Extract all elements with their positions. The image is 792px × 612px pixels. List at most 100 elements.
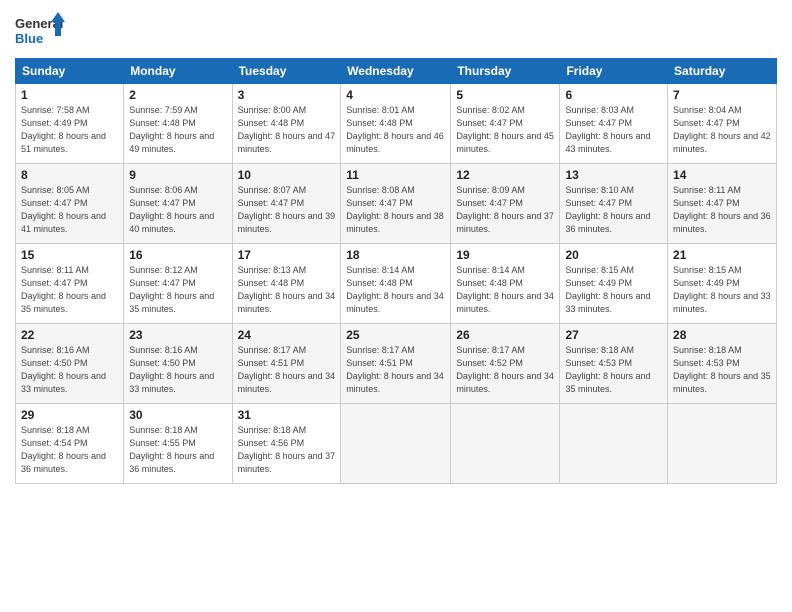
day-detail: Sunrise: 8:18 AMSunset: 4:53 PMDaylight:… [565,345,650,394]
dow-header: Tuesday [232,59,341,84]
day-detail: Sunrise: 8:05 AMSunset: 4:47 PMDaylight:… [21,185,106,234]
calendar-cell: 16 Sunrise: 8:12 AMSunset: 4:47 PMDayligh… [124,244,232,324]
calendar-cell: 27 Sunrise: 8:18 AMSunset: 4:53 PMDayligh… [560,324,668,404]
day-number: 31 [238,408,336,422]
day-number: 14 [673,168,771,182]
calendar-cell: 6 Sunrise: 8:03 AMSunset: 4:47 PMDaylight… [560,84,668,164]
day-number: 7 [673,88,771,102]
calendar-cell: 30 Sunrise: 8:18 AMSunset: 4:55 PMDayligh… [124,404,232,484]
day-number: 13 [565,168,662,182]
day-number: 16 [129,248,226,262]
calendar-cell: 19 Sunrise: 8:14 AMSunset: 4:48 PMDayligh… [451,244,560,324]
day-detail: Sunrise: 8:15 AMSunset: 4:49 PMDaylight:… [673,265,771,314]
calendar-cell: 7 Sunrise: 8:04 AMSunset: 4:47 PMDaylight… [668,84,777,164]
calendar-cell: 28 Sunrise: 8:18 AMSunset: 4:53 PMDayligh… [668,324,777,404]
calendar-cell: 22Sunrise: 8:16 AMSunset: 4:50 PMDayligh… [16,324,124,404]
day-number: 3 [238,88,336,102]
day-number: 18 [346,248,445,262]
calendar-cell: 17Sunrise: 8:13 AMSunset: 4:48 PMDayligh… [232,244,341,324]
calendar-cell: 26 Sunrise: 8:17 AMSunset: 4:52 PMDayligh… [451,324,560,404]
day-number: 17 [238,248,336,262]
day-number: 9 [129,168,226,182]
day-detail: Sunrise: 8:08 AMSunset: 4:47 PMDaylight:… [346,185,444,234]
day-detail: Sunrise: 8:18 AMSunset: 4:56 PMDaylight:… [238,425,336,474]
day-number: 6 [565,88,662,102]
day-number: 29 [21,408,118,422]
day-number: 19 [456,248,554,262]
day-number: 11 [346,168,445,182]
dow-header: Saturday [668,59,777,84]
day-number: 23 [129,328,226,342]
dow-header: Friday [560,59,668,84]
calendar-cell: 24 Sunrise: 8:17 AMSunset: 4:51 PMDayligh… [232,324,341,404]
day-detail: Sunrise: 8:06 AMSunset: 4:47 PMDaylight:… [129,185,214,234]
calendar-cell: 21 Sunrise: 8:15 AMSunset: 4:49 PMDayligh… [668,244,777,324]
day-detail: Sunrise: 8:18 AMSunset: 4:53 PMDaylight:… [673,345,771,394]
day-detail: Sunrise: 8:04 AMSunset: 4:47 PMDaylight:… [673,105,771,154]
day-number: 15 [21,248,118,262]
day-detail: Sunrise: 7:58 AMSunset: 4:49 PMDaylight:… [21,105,106,154]
day-detail: Sunrise: 8:01 AMSunset: 4:48 PMDaylight:… [346,105,444,154]
page-header: General Blue [15,10,777,50]
day-detail: Sunrise: 8:15 AMSunset: 4:49 PMDaylight:… [565,265,650,314]
day-number: 21 [673,248,771,262]
calendar-cell: 2 Sunrise: 7:59 AMSunset: 4:48 PMDaylight… [124,84,232,164]
day-detail: Sunrise: 8:17 AMSunset: 4:52 PMDaylight:… [456,345,554,394]
calendar-cell: 13Sunrise: 8:10 AMSunset: 4:47 PMDayligh… [560,164,668,244]
calendar-cell: 4 Sunrise: 8:01 AMSunset: 4:48 PMDaylight… [341,84,451,164]
day-detail: Sunrise: 8:16 AMSunset: 4:50 PMDaylight:… [129,345,214,394]
day-detail: Sunrise: 8:00 AMSunset: 4:48 PMDaylight:… [238,105,336,154]
svg-text:Blue: Blue [15,31,43,46]
day-number: 1 [21,88,118,102]
day-detail: Sunrise: 8:09 AMSunset: 4:47 PMDaylight:… [456,185,554,234]
calendar-cell: 14 Sunrise: 8:11 AMSunset: 4:47 PMDayligh… [668,164,777,244]
day-number: 26 [456,328,554,342]
day-number: 30 [129,408,226,422]
day-detail: Sunrise: 8:07 AMSunset: 4:47 PMDaylight:… [238,185,336,234]
day-number: 27 [565,328,662,342]
calendar-cell: 5 Sunrise: 8:02 AMSunset: 4:47 PMDaylight… [451,84,560,164]
day-detail: Sunrise: 8:14 AMSunset: 4:48 PMDaylight:… [346,265,444,314]
calendar-cell: 29Sunrise: 8:18 AMSunset: 4:54 PMDayligh… [16,404,124,484]
calendar-cell [341,404,451,484]
calendar-cell: 25 Sunrise: 8:17 AMSunset: 4:51 PMDayligh… [341,324,451,404]
day-number: 2 [129,88,226,102]
calendar-cell: 20 Sunrise: 8:15 AMSunset: 4:49 PMDayligh… [560,244,668,324]
day-number: 24 [238,328,336,342]
calendar-cell [560,404,668,484]
day-number: 12 [456,168,554,182]
day-number: 25 [346,328,445,342]
day-detail: Sunrise: 8:11 AMSunset: 4:47 PMDaylight:… [673,185,771,234]
day-number: 20 [565,248,662,262]
calendar-cell: 11 Sunrise: 8:08 AMSunset: 4:47 PMDayligh… [341,164,451,244]
calendar-cell: 18 Sunrise: 8:14 AMSunset: 4:48 PMDayligh… [341,244,451,324]
day-number: 10 [238,168,336,182]
day-detail: Sunrise: 8:16 AMSunset: 4:50 PMDaylight:… [21,345,106,394]
calendar-cell [451,404,560,484]
dow-header: Monday [124,59,232,84]
logo-svg: General Blue [15,10,65,50]
calendar-cell: 23 Sunrise: 8:16 AMSunset: 4:50 PMDayligh… [124,324,232,404]
calendar-cell [668,404,777,484]
calendar-cell: 10 Sunrise: 8:07 AMSunset: 4:47 PMDayligh… [232,164,341,244]
day-detail: Sunrise: 7:59 AMSunset: 4:48 PMDaylight:… [129,105,214,154]
day-number: 4 [346,88,445,102]
logo: General Blue [15,10,65,50]
calendar-table: SundayMondayTuesdayWednesdayThursdayFrid… [15,58,777,484]
day-detail: Sunrise: 8:14 AMSunset: 4:48 PMDaylight:… [456,265,554,314]
day-detail: Sunrise: 8:03 AMSunset: 4:47 PMDaylight:… [565,105,650,154]
calendar-cell: 15 Sunrise: 8:11 AMSunset: 4:47 PMDayligh… [16,244,124,324]
day-number: 28 [673,328,771,342]
day-detail: Sunrise: 8:17 AMSunset: 4:51 PMDaylight:… [346,345,444,394]
day-detail: Sunrise: 8:02 AMSunset: 4:47 PMDaylight:… [456,105,554,154]
day-detail: Sunrise: 8:17 AMSunset: 4:51 PMDaylight:… [238,345,336,394]
day-detail: Sunrise: 8:12 AMSunset: 4:47 PMDaylight:… [129,265,214,314]
day-number: 8 [21,168,118,182]
day-detail: Sunrise: 8:11 AMSunset: 4:47 PMDaylight:… [21,265,106,314]
day-number: 5 [456,88,554,102]
day-detail: Sunrise: 8:18 AMSunset: 4:55 PMDaylight:… [129,425,214,474]
calendar-cell: 31 Sunrise: 8:18 AMSunset: 4:56 PMDayligh… [232,404,341,484]
dow-header: Thursday [451,59,560,84]
calendar-cell: 8 Sunrise: 8:05 AMSunset: 4:47 PMDaylight… [16,164,124,244]
calendar-cell: 12 Sunrise: 8:09 AMSunset: 4:47 PMDayligh… [451,164,560,244]
